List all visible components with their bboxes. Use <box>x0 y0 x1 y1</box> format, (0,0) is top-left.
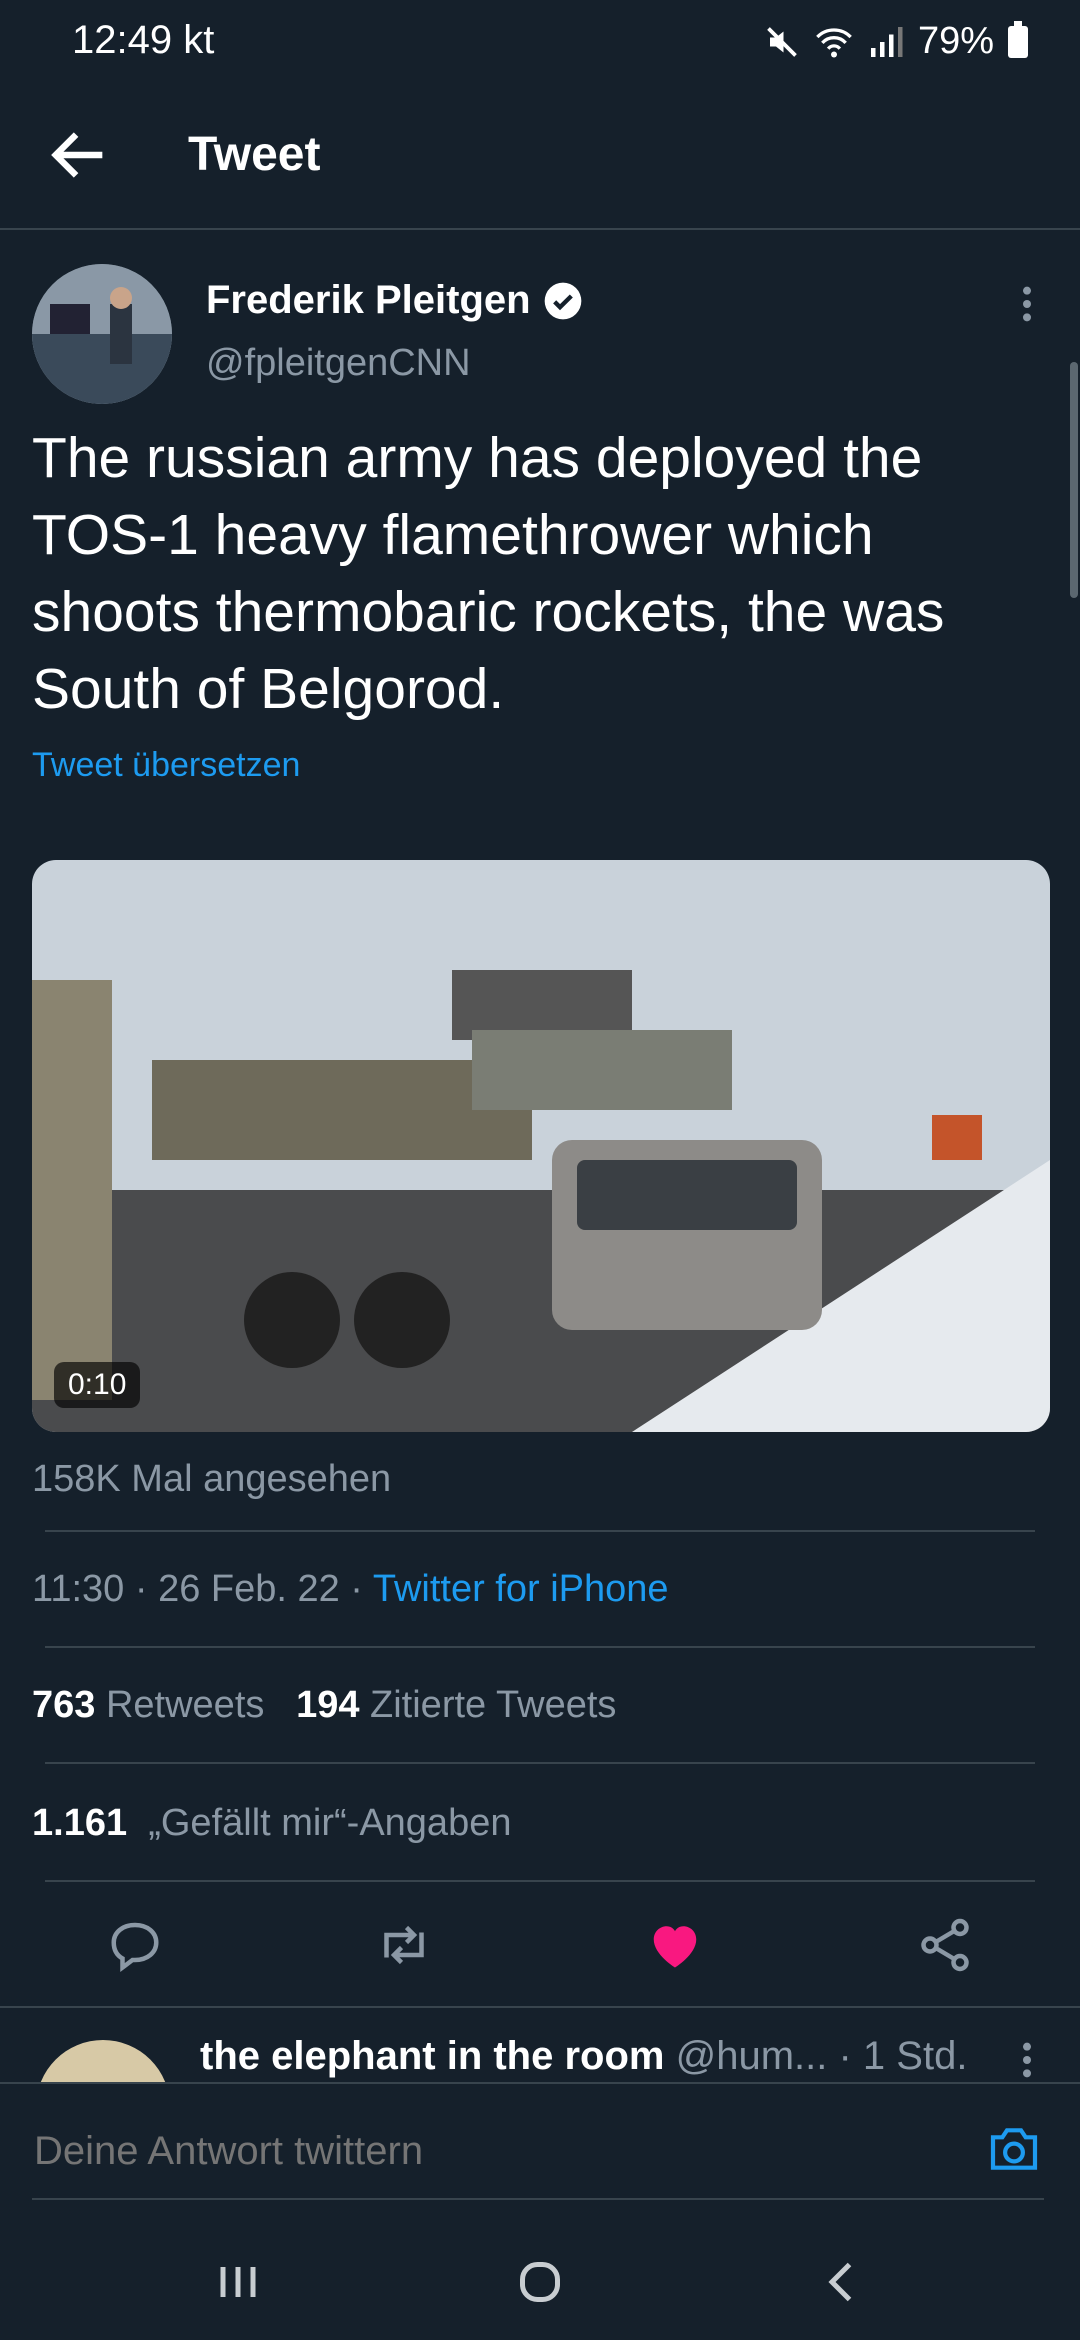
tweet-text: The russian army has deployed the TOS-1 … <box>32 426 945 721</box>
more-vertical-icon <box>1023 2042 1031 2078</box>
arrow-left-icon <box>51 132 103 178</box>
share-button[interactable] <box>915 1915 975 1975</box>
page-title: Tweet <box>188 128 321 181</box>
avatar-image <box>32 264 172 404</box>
home-icon <box>520 2262 560 2302</box>
divider <box>45 1880 1035 1882</box>
video-thumbnail <box>32 860 1050 1432</box>
divider <box>0 228 1080 230</box>
reply-composer <box>0 2082 1080 2204</box>
divider <box>45 1646 1035 1648</box>
status-icons: 79% <box>764 20 1028 63</box>
battery-icon <box>1008 20 1028 58</box>
reply-time: · 1 Std. <box>838 2034 968 2078</box>
signal-icon <box>870 26 903 57</box>
camera-icon <box>990 2128 1038 2170</box>
quotes-count: 194 <box>296 1684 360 1726</box>
share-icon <box>921 1918 969 1972</box>
retweet-icon <box>384 1925 424 1965</box>
likes-label: „Gefällt mir“-Angaben <box>148 1802 512 1844</box>
reply-author-name: the elephant in the room <box>200 2034 665 2078</box>
tweet-source-link[interactable]: Twitter for iPhone <box>373 1568 669 1610</box>
more-options-button[interactable] <box>1012 284 1042 324</box>
system-back-button[interactable] <box>812 2252 872 2312</box>
camera-button[interactable] <box>986 2122 1042 2176</box>
status-bar: 12:49 kt 79% <box>0 0 1080 90</box>
author-name[interactable]: Frederik Pleitgen <box>206 278 583 323</box>
reply-more-button[interactable] <box>1012 2040 1042 2080</box>
scrollbar-thumb[interactable] <box>1070 362 1078 598</box>
reply-icon <box>111 1922 159 1972</box>
tweet-timestamp: 11:30 · 26 Feb. 22 · Twitter for iPhone <box>32 1568 669 1610</box>
retweets-stat[interactable]: 763 Retweets <box>32 1684 264 1726</box>
divider <box>45 1762 1035 1764</box>
retweets-count: 763 <box>32 1684 96 1726</box>
like-button[interactable] <box>645 1915 705 1975</box>
wifi-icon <box>816 27 852 57</box>
author-name-text: Frederik Pleitgen <box>206 278 531 322</box>
recents-icon <box>220 2267 256 2297</box>
more-vertical-icon <box>1023 286 1031 322</box>
tweet-video[interactable]: 0:10 <box>32 860 1050 1432</box>
back-icon <box>828 2262 852 2302</box>
system-nav-bar <box>0 2200 1080 2340</box>
status-time: 12:49 kt <box>72 18 215 62</box>
back-button[interactable] <box>44 120 114 190</box>
divider <box>0 2006 1080 2008</box>
reply-input[interactable] <box>32 2128 936 2175</box>
reply-header[interactable]: the elephant in the room @hum... · 1 Std… <box>200 2034 967 2079</box>
retweet-button[interactable] <box>374 1915 434 1975</box>
reply-author-handle: @hum... <box>675 2034 828 2078</box>
top-app-bar: Tweet <box>0 95 1080 230</box>
likes-count: 1.161 <box>32 1802 128 1844</box>
translate-tweet-link[interactable]: Tweet übersetzen <box>32 746 300 785</box>
quotes-stat[interactable]: 194 Zitierte Tweets <box>296 1684 616 1726</box>
tweet-date: 26 Feb. 22 <box>158 1568 340 1610</box>
home-button[interactable] <box>510 2252 570 2312</box>
divider <box>45 1530 1035 1532</box>
author-avatar[interactable] <box>32 264 172 404</box>
like-icon <box>653 1926 697 1968</box>
view-count: 158K Mal angesehen <box>32 1458 392 1500</box>
recents-button[interactable] <box>208 2252 268 2312</box>
verified-badge-icon <box>544 282 581 319</box>
mute-icon <box>767 26 797 57</box>
author-handle[interactable]: @fpleitgenCNN <box>206 342 471 385</box>
quotes-label: Zitierte Tweets <box>370 1684 617 1726</box>
likes-stat[interactable]: 1.161 „Gefällt mir“-Angaben <box>32 1802 511 1845</box>
video-duration: 0:10 <box>54 1362 141 1408</box>
reply-button[interactable] <box>105 1915 165 1975</box>
retweet-stats: 763 Retweets 194 Zitierte Tweets <box>32 1684 616 1727</box>
tweet-time: 11:30 <box>32 1568 125 1610</box>
retweets-label: Retweets <box>105 1684 265 1726</box>
battery-level: 79% <box>917 20 994 62</box>
